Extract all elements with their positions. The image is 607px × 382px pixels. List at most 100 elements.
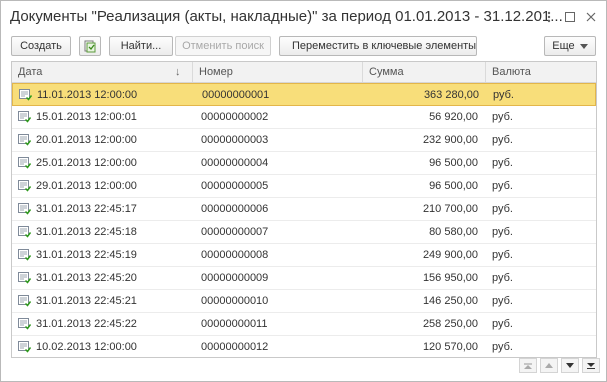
cell-number: 00000000008	[201, 249, 269, 261]
cell-sum: 363 280,00	[423, 89, 479, 101]
posted-document-icon	[18, 157, 31, 169]
cell-sum: 120 570,00	[422, 341, 478, 353]
copy-button[interactable]	[79, 36, 101, 56]
more-label: Еще	[552, 40, 575, 52]
cell-currency: руб.	[492, 180, 513, 192]
cell-sum: 80 580,00	[429, 226, 478, 238]
cell-date: 11.01.2013 12:00:00	[37, 89, 138, 101]
posted-document-icon	[18, 134, 31, 146]
cell-date: 29.01.2013 12:00:00	[36, 180, 137, 192]
close-icon[interactable]	[583, 9, 599, 25]
scroll-down-icon	[566, 363, 574, 368]
scroll-bottom-button[interactable]	[582, 358, 600, 373]
posted-document-icon	[18, 249, 31, 261]
find-button[interactable]: Найти...	[109, 36, 173, 56]
column-header-date-label: Дата	[18, 66, 43, 78]
chevron-down-icon	[579, 43, 588, 49]
cell-number: 00000000006	[201, 203, 269, 215]
table-row[interactable]: 31.01.2013 22:45:20 00000000009 156 950,00…	[12, 267, 596, 290]
column-header-sum[interactable]: Сумма	[363, 62, 486, 82]
table-row[interactable]: 20.01.2013 12:00:00 00000000003 232 900,00…	[12, 129, 596, 152]
cell-sum: 96 500,00	[429, 180, 478, 192]
cell-sum: 258 250,00	[422, 318, 478, 330]
cell-currency: руб.	[492, 203, 513, 215]
cell-number: 00000000002	[201, 111, 269, 123]
posted-document-icon	[18, 226, 31, 238]
cell-number: 00000000011	[201, 318, 268, 330]
cell-currency: руб.	[492, 226, 513, 238]
cancel-search-button[interactable]: Отменить поиск	[175, 36, 271, 56]
cell-currency: руб.	[492, 134, 513, 146]
column-header-number[interactable]: Номер	[193, 62, 363, 82]
cell-number: 00000000010	[201, 295, 269, 307]
create-button[interactable]: Создать	[11, 36, 71, 56]
window-title: Документы "Реализация (акты, накладные)"…	[10, 8, 563, 25]
table-row[interactable]: 31.01.2013 22:45:22 00000000011 258 250,00…	[12, 313, 596, 336]
table-row[interactable]: 31.01.2013 22:45:18 00000000007 80 580,00 р…	[12, 221, 596, 244]
posted-document-icon	[18, 272, 31, 284]
scroll-top-button[interactable]	[519, 358, 537, 373]
kebab-menu-icon[interactable]	[541, 9, 557, 25]
cell-number: 00000000005	[201, 180, 269, 192]
cell-date: 10.02.2013 12:00:00	[36, 341, 137, 353]
cell-currency: руб.	[492, 157, 513, 169]
title-bar: Документы "Реализация (акты, накладные)"…	[1, 1, 606, 33]
column-header-date[interactable]: Дата ↓	[12, 62, 193, 82]
posted-document-icon	[18, 318, 31, 330]
cell-date: 31.01.2013 22:45:18	[36, 226, 137, 238]
table-row[interactable]: 31.01.2013 22:45:17 00000000006 210 700,00…	[12, 198, 596, 221]
more-button[interactable]: Еще	[544, 36, 596, 56]
documents-table[interactable]: Дата ↓ Номер Сумма Валюта 11.01.2013 12:…	[11, 61, 597, 358]
cell-number: 00000000009	[201, 272, 269, 284]
table-row[interactable]: 25.01.2013 12:00:00 00000000004 96 500,00 р…	[12, 152, 596, 175]
scroll-bottom-icon	[587, 362, 595, 369]
cell-date: 20.01.2013 12:00:00	[36, 134, 137, 146]
posted-document-icon	[18, 180, 31, 192]
cell-date: 31.01.2013 22:45:22	[36, 318, 137, 330]
sort-arrow-down-icon: ↓	[175, 66, 181, 78]
cell-sum: 232 900,00	[422, 134, 478, 146]
list-window: Документы "Реализация (акты, накладные)"…	[0, 0, 607, 382]
cell-number: 00000000003	[201, 134, 269, 146]
cell-currency: руб.	[492, 249, 513, 261]
cell-sum: 146 250,00	[422, 295, 478, 307]
scroll-up-icon	[545, 363, 553, 368]
table-row[interactable]: 10.02.2013 12:00:00 00000000012 120 570,00…	[12, 336, 596, 357]
cell-date: 31.01.2013 22:45:21	[36, 295, 137, 307]
cell-currency: руб.	[492, 111, 513, 123]
cell-sum: 96 500,00	[429, 157, 478, 169]
table-row[interactable]: 15.01.2013 12:00:01 00000000002 56 920,00 р…	[12, 106, 596, 129]
scroll-down-button[interactable]	[561, 358, 579, 373]
table-row[interactable]: 31.01.2013 22:45:21 00000000010 146 250,00…	[12, 290, 596, 313]
cell-sum: 249 900,00	[422, 249, 478, 261]
cell-number: 00000000004	[201, 157, 269, 169]
posted-document-icon	[18, 341, 31, 353]
cell-date: 15.01.2013 12:00:01	[36, 111, 137, 123]
posted-document-icon	[18, 203, 31, 215]
cell-sum: 210 700,00	[422, 203, 478, 215]
cell-currency: руб.	[492, 272, 513, 284]
cell-number: 00000000012	[201, 341, 269, 353]
table-row[interactable]: 11.01.2013 12:00:00 00000000001 363 280,00…	[12, 83, 596, 106]
cell-sum: 156 950,00	[422, 272, 478, 284]
cell-number: 00000000001	[202, 89, 270, 101]
cell-date: 31.01.2013 22:45:19	[36, 249, 137, 261]
maximize-icon[interactable]	[562, 9, 578, 25]
posted-document-icon	[19, 89, 32, 101]
table-row[interactable]: 29.01.2013 12:00:00 00000000005 96 500,00 р…	[12, 175, 596, 198]
cell-currency: руб.	[492, 295, 513, 307]
toolbar: Создать Найти... Отменить поиск Перемест…	[11, 36, 597, 58]
column-header-currency[interactable]: Валюта	[486, 62, 596, 82]
posted-document-icon	[18, 295, 31, 307]
scroll-up-button[interactable]	[540, 358, 558, 373]
copy-document-icon	[84, 40, 96, 52]
scroll-top-icon	[524, 363, 532, 369]
cell-date: 31.01.2013 22:45:20	[36, 272, 137, 284]
cell-currency: руб.	[492, 341, 513, 353]
table-row[interactable]: 31.01.2013 22:45:19 00000000008 249 900,00…	[12, 244, 596, 267]
cell-date: 25.01.2013 12:00:00	[36, 157, 137, 169]
move-to-key-elements-button[interactable]: Переместить в ключевые элементы	[279, 36, 477, 56]
cell-date: 31.01.2013 22:45:17	[36, 203, 137, 215]
cell-currency: руб.	[493, 89, 514, 101]
posted-document-icon	[18, 111, 31, 123]
